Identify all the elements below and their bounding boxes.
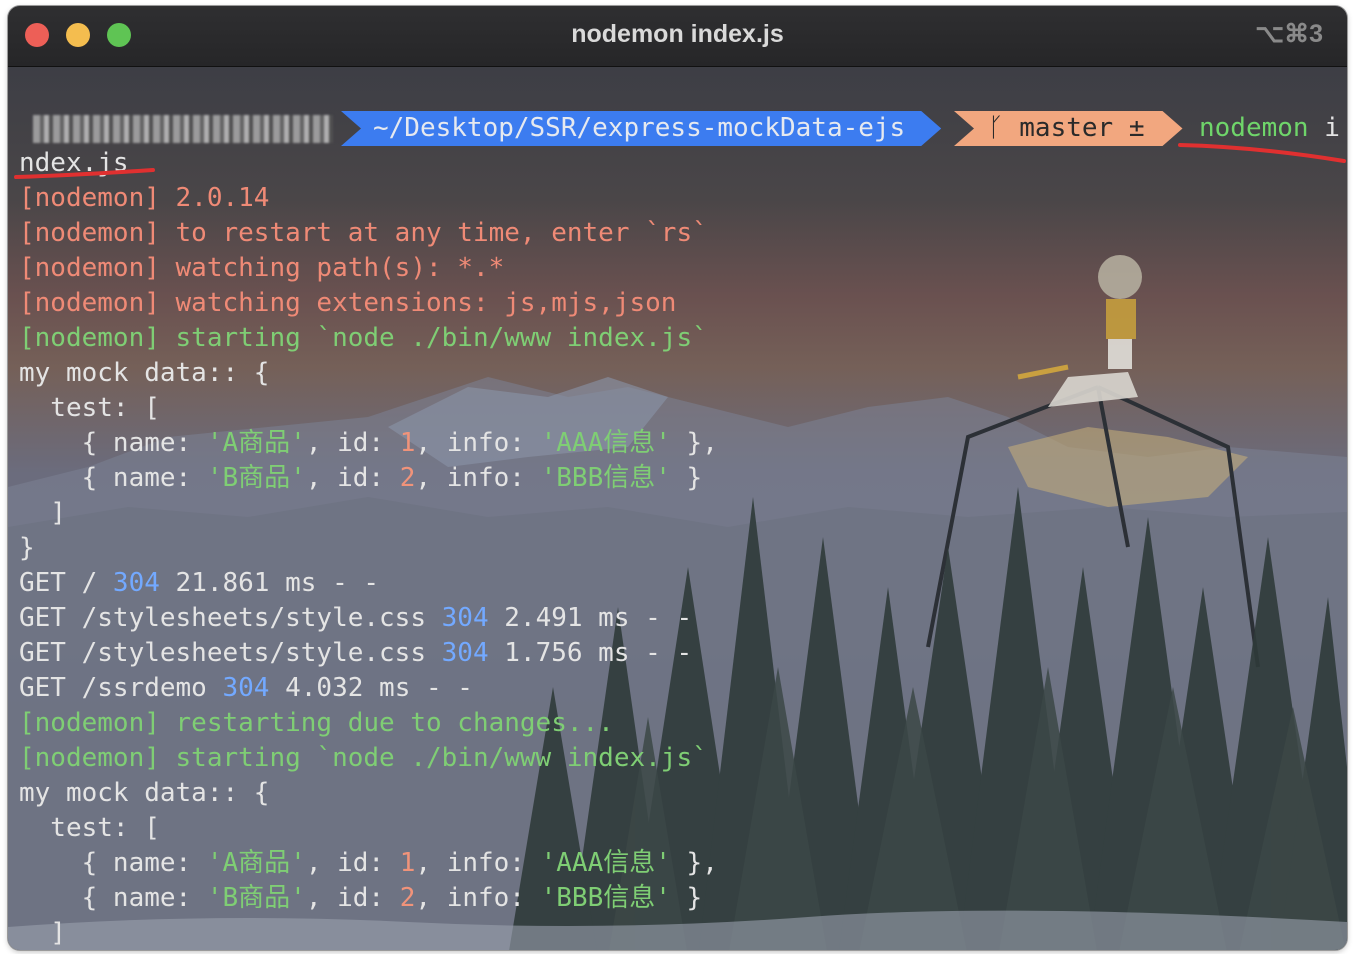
command-arg: i: [1324, 113, 1340, 143]
window-title: nodemon index.js: [571, 20, 784, 48]
shell-prompt: ~/Desktop/SSR/express-mockData-ejs ᚴ mas…: [19, 111, 1347, 146]
output-line: test: [: [19, 811, 1347, 846]
output-segment: 304: [222, 673, 270, 703]
output-segment: 'BBB信息': [540, 883, 671, 913]
output-segment: [nodemon] restarting due to changes...: [19, 708, 614, 738]
output-line: [nodemon] starting `node ./bin/www index…: [19, 741, 1347, 776]
output-line: }: [19, 531, 1347, 566]
output-segment: GET /: [19, 568, 113, 598]
output-segment: my mock data:: {: [19, 778, 270, 808]
output-segment: { name:: [19, 428, 207, 458]
output-line: test: [: [19, 391, 1347, 426]
output-segment: 304: [441, 603, 489, 633]
output-segment: 'BBB信息': [540, 463, 671, 493]
output-segment: 2: [399, 883, 416, 913]
output-line: GET /stylesheets/style.css 304 2.491 ms …: [19, 601, 1347, 636]
output-segment: test: [: [19, 393, 160, 423]
output-segment: , id:: [305, 463, 400, 493]
output-segment: [nodemon] watching extensions: js,mjs,js…: [19, 288, 677, 318]
output-segment: 304: [112, 568, 160, 598]
output-line: { name: 'A商品', id: 1, info: 'AAA信息' },: [19, 846, 1347, 881]
output-segment: 1.756 ms - -: [488, 638, 693, 668]
output-segment: 'AAA信息': [540, 848, 671, 878]
output-line: GET / 304 21.861 ms - -: [19, 566, 1347, 601]
output-segment: , info:: [415, 848, 541, 878]
output-segment: 'A商品': [206, 428, 306, 458]
output-segment: },: [670, 848, 718, 878]
prompt-path-segment: ~/Desktop/SSR/express-mockData-ejs: [341, 111, 941, 146]
window-shortcut: ⌥⌘3: [1255, 20, 1323, 48]
output-segment: 4.032 ms - -: [269, 673, 473, 703]
output-segment: , info:: [415, 883, 541, 913]
output-line: ]: [19, 496, 1347, 531]
output-line: my mock data:: {: [19, 356, 1347, 391]
output-segment: [nodemon] starting `node ./bin/www index…: [19, 743, 708, 773]
output-segment: { name:: [19, 883, 207, 913]
output-segment: GET /stylesheets/style.css: [19, 603, 442, 633]
prompt-branch: master ±: [1019, 113, 1145, 143]
prompt-host-blurred: [33, 115, 333, 143]
output-segment: { name:: [19, 463, 207, 493]
output-segment: 1: [399, 428, 416, 458]
output-segment: GET /stylesheets/style.css: [19, 638, 442, 668]
output-segment: test: [: [19, 813, 160, 843]
terminal-window: nodemon index.js ⌥⌘3 ~/Desktop/SSR/expre…: [8, 6, 1347, 950]
output-segment: ]: [19, 498, 66, 528]
output-line: [nodemon] to restart at any time, enter …: [19, 216, 1347, 251]
output-segment: 1: [399, 848, 416, 878]
prompt-branch-segment: ᚴ master ±: [954, 111, 1183, 146]
output-segment: , id:: [305, 848, 400, 878]
output-line: my mock data:: {: [19, 776, 1347, 811]
output-segment: 2: [399, 463, 416, 493]
output-segment: 'AAA信息': [540, 428, 671, 458]
output-segment: 'B商品': [206, 883, 306, 913]
prompt-path: ~/Desktop/SSR/express-mockData-ejs: [373, 113, 906, 143]
output-segment: }: [670, 883, 703, 913]
output-line: [nodemon] watching extensions: js,mjs,js…: [19, 286, 1347, 321]
output-segment: { name:: [19, 848, 207, 878]
output-line: [nodemon] restarting due to changes...: [19, 706, 1347, 741]
output-line: { name: 'A商品', id: 1, info: 'AAA信息' },: [19, 426, 1347, 461]
git-branch-icon: ᚴ: [988, 113, 1020, 143]
output-segment: }: [670, 463, 703, 493]
output-line: { name: 'B商品', id: 2, info: 'BBB信息' }: [19, 881, 1347, 916]
output-line: [nodemon] watching path(s): *.*: [19, 251, 1347, 286]
output-segment: [nodemon] watching path(s): *.*: [19, 253, 505, 283]
terminal-content[interactable]: ~/Desktop/SSR/express-mockData-ejs ᚴ mas…: [8, 67, 1347, 950]
output-segment: [nodemon] 2.0.14: [19, 183, 270, 213]
command-name: nodemon: [1199, 113, 1309, 143]
output-segment: },: [670, 428, 718, 458]
output-segment: , id:: [305, 883, 400, 913]
output-segment: , info:: [415, 463, 541, 493]
output-segment: 304: [441, 638, 489, 668]
output-line: [nodemon] starting `node ./bin/www index…: [19, 321, 1347, 356]
output-segment: my mock data:: {: [19, 358, 270, 388]
output-line: GET /stylesheets/style.css 304 1.756 ms …: [19, 636, 1347, 671]
title-bar: nodemon index.js ⌥⌘3: [8, 6, 1347, 67]
output-line: ]: [19, 916, 1347, 950]
output-line: GET /ssrdemo 304 4.032 ms - -: [19, 671, 1347, 706]
output-segment: }: [19, 533, 35, 563]
output-line: [nodemon] 2.0.14: [19, 181, 1347, 216]
output-segment: , id:: [305, 428, 400, 458]
output-line: { name: 'B商品', id: 2, info: 'BBB信息' }: [19, 461, 1347, 496]
output-segment: [nodemon] to restart at any time, enter …: [19, 218, 708, 248]
output-segment: 'B商品': [206, 463, 306, 493]
terminal-output: ndex.js [nodemon] 2.0.14 [nodemon] to rest…: [19, 146, 1347, 950]
output-segment: GET /ssrdemo: [19, 673, 223, 703]
output-segment: ]: [19, 918, 66, 948]
output-segment: 2.491 ms - -: [488, 603, 693, 633]
output-segment: ndex.js: [19, 148, 129, 178]
output-segment: 21.861 ms - -: [159, 568, 380, 598]
output-segment: 'A商品': [206, 848, 306, 878]
prompt-command: nodemon i: [1199, 111, 1340, 146]
output-segment: [nodemon] starting `node ./bin/www index…: [19, 323, 708, 353]
output-line: ndex.js: [19, 146, 1347, 181]
output-segment: , info:: [415, 428, 541, 458]
